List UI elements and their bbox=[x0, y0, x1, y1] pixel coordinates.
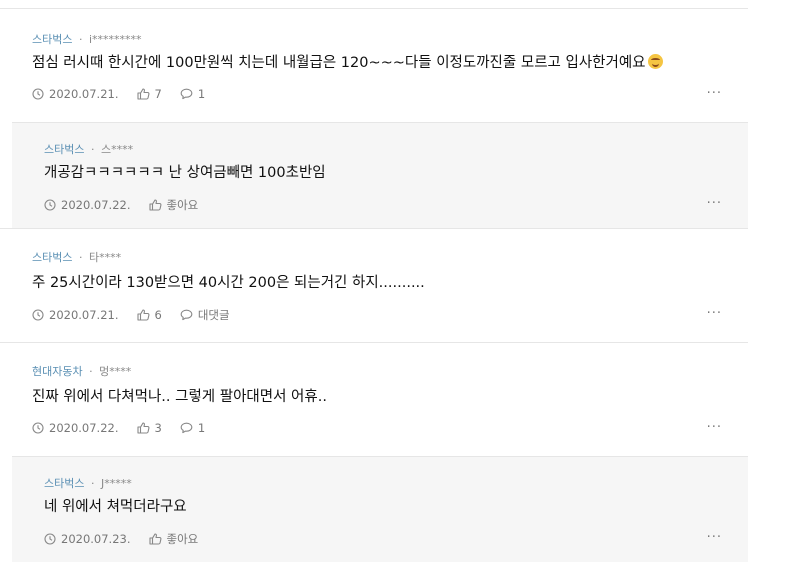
speech-bubble-icon bbox=[180, 88, 193, 100]
username: 타**** bbox=[88, 251, 122, 264]
comment-text: 개공감ㅋㅋㅋㅋㅋㅋ 난 상여금빼면 100초반임 bbox=[44, 165, 326, 181]
clock-icon bbox=[32, 309, 44, 321]
date-info: 2020.07.21. bbox=[32, 87, 119, 101]
like-label: 좋아요 bbox=[166, 198, 199, 212]
like-label: 좋아요 bbox=[166, 532, 199, 546]
comment-text-content: 점심 러시때 한시간에 100만원씩 치는데 내월급은 120~~~다들 이정도… bbox=[32, 55, 646, 71]
like-button[interactable]: 7 bbox=[136, 87, 162, 101]
reply-button[interactable]: 대댓글 bbox=[180, 307, 230, 323]
speech-bubble-icon bbox=[180, 422, 193, 434]
comment-actions: 2020.07.22. 3 1 bbox=[32, 421, 223, 435]
comment-meta: 스타벅스 · 타**** bbox=[32, 249, 121, 265]
thumbs-up-icon bbox=[148, 199, 161, 211]
like-button[interactable]: 좋아요 bbox=[148, 197, 199, 213]
username: 스**** bbox=[100, 143, 134, 156]
comment-item: 스타벅스 · i********* 점심 러시때 한시간에 100만원씩 치는데… bbox=[0, 8, 748, 122]
company-name[interactable]: 현대자동차 bbox=[32, 365, 83, 378]
thumbs-up-icon bbox=[136, 422, 149, 434]
meta-separator: · bbox=[78, 251, 83, 264]
clock-icon bbox=[44, 533, 56, 545]
date-info: 2020.07.23. bbox=[44, 532, 131, 546]
comment-date: 2020.07.21. bbox=[49, 87, 119, 101]
username: J***** bbox=[100, 477, 132, 490]
like-count: 7 bbox=[154, 87, 162, 101]
more-options-button[interactable]: ··· bbox=[707, 531, 722, 544]
comment-actions: 2020.07.22. 좋아요 bbox=[44, 197, 216, 213]
comment-list: 스타벅스 · i********* 점심 러시때 한시간에 100만원씩 치는데… bbox=[0, 8, 748, 562]
comment-actions: 2020.07.21. 6 대댓글 bbox=[32, 307, 248, 323]
reply-item: 스타벅스 · 스**** 개공감ㅋㅋㅋㅋㅋㅋ 난 상여금빼면 100초반임 20… bbox=[12, 122, 748, 228]
reply-button[interactable]: 1 bbox=[180, 421, 205, 435]
company-name[interactable]: 스타벅스 bbox=[32, 33, 72, 46]
clock-icon bbox=[32, 422, 44, 434]
comment-actions: 2020.07.21. 7 1 bbox=[32, 87, 223, 101]
meta-separator: · bbox=[89, 365, 93, 378]
comment-date: 2020.07.21. bbox=[49, 308, 119, 322]
date-info: 2020.07.22. bbox=[32, 421, 119, 435]
reply-count: 1 bbox=[197, 87, 206, 101]
like-button[interactable]: 3 bbox=[136, 421, 162, 435]
thumbs-up-icon bbox=[136, 309, 149, 321]
more-options-button[interactable]: ··· bbox=[707, 197, 722, 210]
username: i********* bbox=[88, 33, 142, 46]
reply-label: 대댓글 bbox=[197, 308, 230, 322]
comment-date: 2020.07.22. bbox=[61, 198, 131, 212]
meta-separator: · bbox=[78, 33, 83, 46]
comment-text: 네 위에서 쳐먹더라구요 bbox=[44, 499, 187, 515]
meta-separator: · bbox=[90, 477, 95, 490]
like-count: 3 bbox=[154, 421, 162, 435]
company-name[interactable]: 스타벅스 bbox=[44, 477, 84, 490]
comment-meta: 현대자동차 · 멍**** bbox=[32, 363, 131, 379]
comment-meta: 스타벅스 · i********* bbox=[32, 31, 142, 47]
comment-item: 현대자동차 · 멍**** 진짜 위에서 다쳐먹나.. 그렇게 팔아대면서 어휴… bbox=[0, 342, 748, 456]
reply-count: 1 bbox=[197, 421, 206, 435]
speech-bubble-icon bbox=[180, 309, 193, 321]
grinning-sweat-emoji-icon bbox=[647, 54, 663, 69]
like-button[interactable]: 좋아요 bbox=[148, 531, 199, 547]
meta-separator: · bbox=[90, 143, 95, 156]
like-button[interactable]: 6 bbox=[136, 308, 162, 322]
more-options-button[interactable]: ··· bbox=[707, 307, 722, 320]
clock-icon bbox=[32, 88, 44, 100]
comment-item: 스타벅스 · 타**** 주 25시간이라 130받으면 40시간 200은 되… bbox=[0, 228, 748, 342]
thumbs-up-icon bbox=[148, 533, 161, 545]
comment-text: 주 25시간이라 130받으면 40시간 200은 되는거긴 하지.......… bbox=[32, 275, 425, 291]
username: 멍**** bbox=[99, 365, 132, 378]
more-options-button[interactable]: ··· bbox=[707, 421, 722, 434]
comment-meta: 스타벅스 · J***** bbox=[44, 475, 132, 491]
comment-date: 2020.07.22. bbox=[49, 421, 119, 435]
comment-date: 2020.07.23. bbox=[61, 532, 131, 546]
like-count: 6 bbox=[154, 308, 162, 322]
date-info: 2020.07.21. bbox=[32, 308, 119, 322]
comment-actions: 2020.07.23. 좋아요 bbox=[44, 531, 216, 547]
comment-text: 점심 러시때 한시간에 100만원씩 치는데 내월급은 120~~~다들 이정도… bbox=[32, 51, 663, 72]
date-info: 2020.07.22. bbox=[44, 198, 131, 212]
comment-text: 진짜 위에서 다쳐먹나.. 그렇게 팔아대면서 어휴.. bbox=[32, 389, 327, 405]
more-options-button[interactable]: ··· bbox=[707, 87, 722, 100]
reply-item: 스타벅스 · J***** 네 위에서 쳐먹더라구요 2020.07.23. 좋… bbox=[12, 456, 748, 562]
thumbs-up-icon bbox=[136, 88, 149, 100]
company-name[interactable]: 스타벅스 bbox=[32, 251, 72, 264]
comment-meta: 스타벅스 · 스**** bbox=[44, 141, 133, 157]
reply-button[interactable]: 1 bbox=[180, 87, 205, 101]
company-name[interactable]: 스타벅스 bbox=[44, 143, 84, 156]
clock-icon bbox=[44, 199, 56, 211]
